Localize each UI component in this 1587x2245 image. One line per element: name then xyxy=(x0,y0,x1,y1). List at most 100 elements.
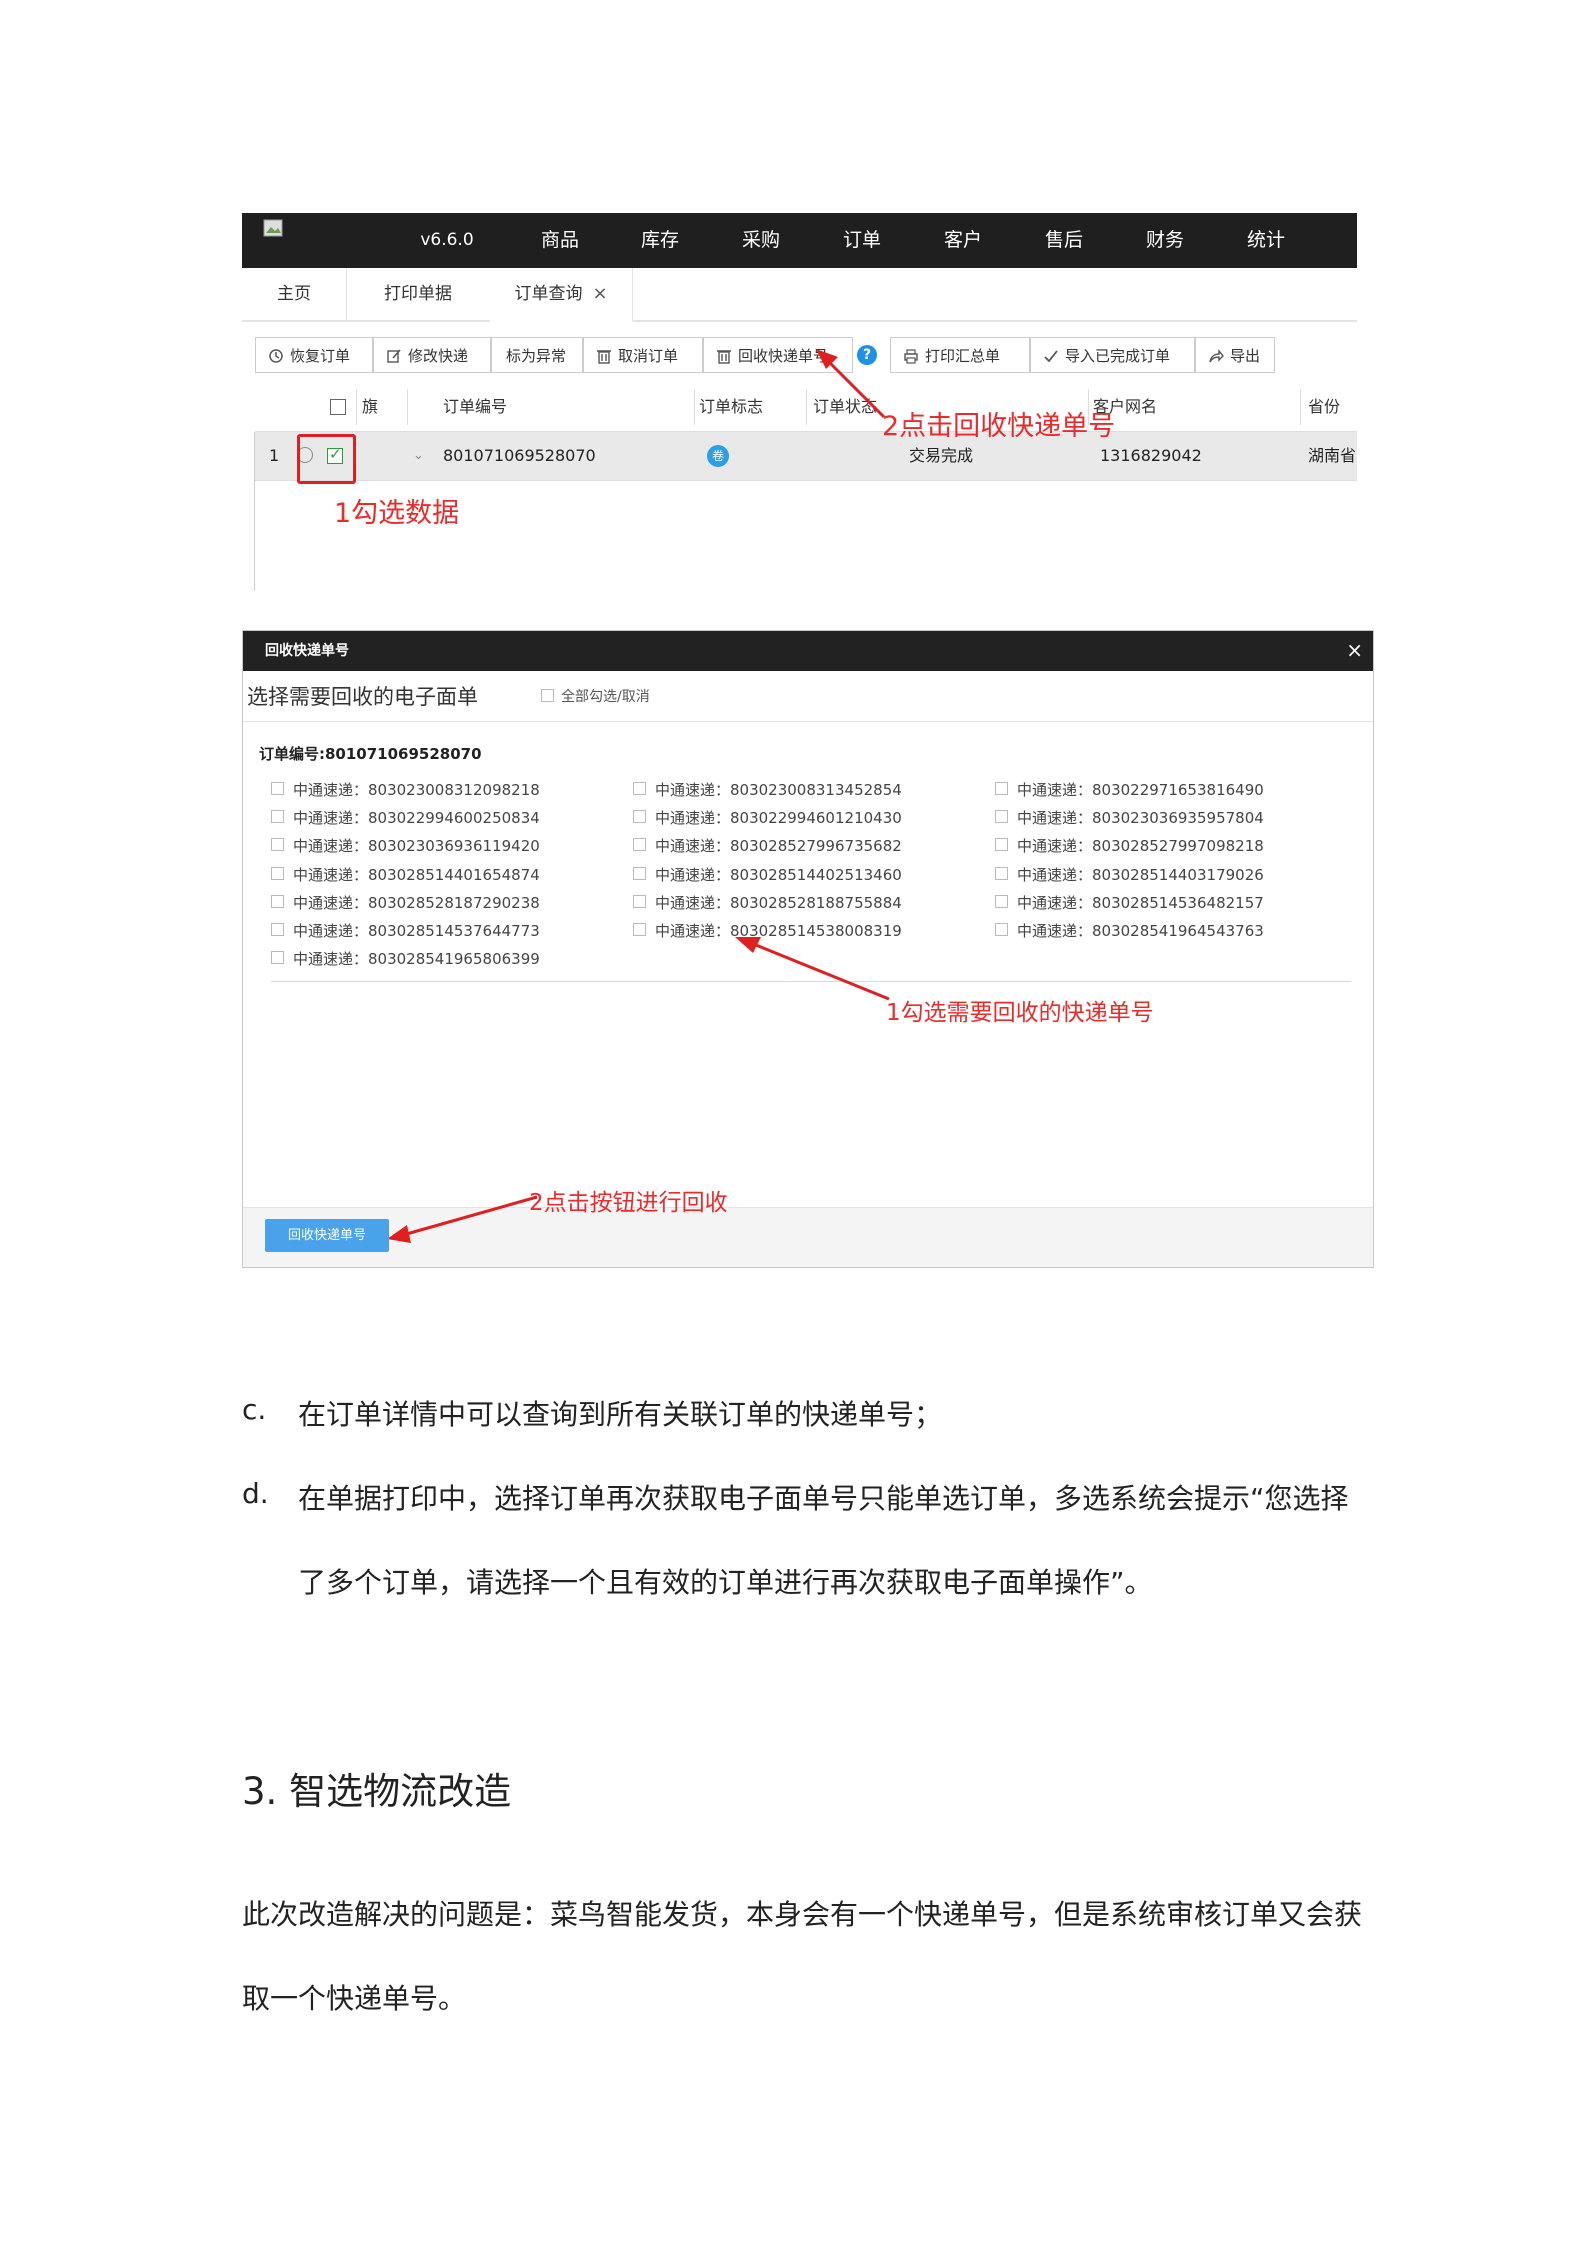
express-number-checkbox[interactable] xyxy=(633,838,646,851)
annotation-arrow-icon xyxy=(816,349,886,419)
section-heading: 3. 智选物流改造 xyxy=(242,1770,512,1813)
tab-home[interactable]: 主页 xyxy=(242,268,347,320)
express-number-checkbox[interactable] xyxy=(271,923,284,936)
tab-order-query[interactable]: 订单查询 × xyxy=(490,268,633,322)
express-number-checkbox[interactable] xyxy=(995,923,1008,936)
export-button[interactable]: 导出 xyxy=(1195,337,1275,373)
list-item-d-line1: 在单据打印中，选择订单再次获取电子面单号只能单选订单，多选系统会提示“您选择 xyxy=(298,1482,1349,1515)
nav-item-purchase[interactable]: 采购 xyxy=(726,213,796,268)
express-number-checkbox[interactable] xyxy=(633,923,646,936)
divider xyxy=(243,721,1373,722)
paragraph-line1: 此次改造解决的问题是：菜鸟智能发货，本身会有一个快递单号，但是系统审核订单又会获 xyxy=(242,1898,1363,1931)
express-number-label: 中通速递：803028514402513460 xyxy=(655,866,902,884)
list-item-d-line2: 了多个订单，请选择一个且有效的订单进行再次获取电子面单操作”。 xyxy=(298,1566,1153,1599)
version-label: v6.6.0 xyxy=(420,230,474,250)
import-completed-orders-button[interactable]: 导入已完成订单 xyxy=(1030,337,1195,373)
express-number-label: 中通速递：803023036935957804 xyxy=(1017,809,1264,827)
nav-item-customers[interactable]: 客户 xyxy=(928,213,998,268)
tab-print-documents[interactable]: 打印单据 xyxy=(346,268,491,320)
express-number-label: 中通速递：803023008312098218 xyxy=(293,781,540,799)
column-header-order-no[interactable]: 订单编号 xyxy=(443,383,507,431)
select-all-checkbox[interactable] xyxy=(330,399,346,415)
column-divider xyxy=(1300,389,1301,425)
express-number-label: 中通速递：803023008313452854 xyxy=(655,781,902,799)
column-header-flag[interactable]: 旗 xyxy=(362,383,378,431)
express-number-label: 中通速递：803022994601210430 xyxy=(655,809,902,827)
nav-item-statistics[interactable]: 统计 xyxy=(1231,213,1301,268)
select-all-label: 全部勾选/取消 xyxy=(561,689,650,705)
annotation-step2: 2点击按钮进行回收 xyxy=(529,1190,728,1216)
broken-image-icon xyxy=(263,219,283,237)
express-number-checkbox[interactable] xyxy=(271,895,284,908)
list-item-c: 在订单详情中可以查询到所有关联订单的快递单号； xyxy=(298,1398,943,1431)
express-number-label: 中通速递：803028514401654874 xyxy=(293,866,540,884)
dialog-title: 回收快递单号 xyxy=(265,643,349,659)
list-marker-c: c. xyxy=(242,1393,267,1426)
express-number-label: 中通速递：803028527997098218 xyxy=(1017,837,1264,855)
express-number-checkbox[interactable] xyxy=(271,867,284,880)
mark-abnormal-button[interactable]: 标为异常 xyxy=(491,337,583,373)
customer-name: 1316829042 xyxy=(1100,446,1202,465)
restore-icon xyxy=(269,349,283,363)
import-icon xyxy=(1044,350,1058,363)
nav-item-finance[interactable]: 财务 xyxy=(1130,213,1200,268)
column-divider xyxy=(694,389,695,425)
express-number-checkbox[interactable] xyxy=(633,867,646,880)
restore-order-button[interactable]: 恢复订单 xyxy=(255,337,373,373)
annotation-highlight-box xyxy=(297,434,356,484)
express-number-checkbox[interactable] xyxy=(995,838,1008,851)
express-number-checkbox[interactable] xyxy=(995,782,1008,795)
recycle-dialog-screenshot: 回收快递单号 × 选择需要回收的电子面单 全部勾选/取消 订单编号:801071… xyxy=(242,630,1374,1268)
close-icon[interactable]: × xyxy=(592,283,607,304)
express-number-checkbox[interactable] xyxy=(271,810,284,823)
province: 湖南省 xyxy=(1308,446,1357,465)
annotation-arrow-icon xyxy=(387,1195,538,1243)
order-number-label: 订单编号:801071069528070 xyxy=(259,745,482,763)
nav-item-aftersales[interactable]: 售后 xyxy=(1029,213,1099,268)
express-number-checkbox[interactable] xyxy=(271,951,284,964)
row-index: 1 xyxy=(269,446,280,465)
annotation-arrow-icon xyxy=(735,937,890,1001)
table-row[interactable]: 1 ⌄ 801071069528070 卷 交易完成 1316829042 湖南… xyxy=(255,432,1357,481)
order-number: 801071069528070 xyxy=(443,446,596,465)
express-number-label: 中通速递：803022971653816490 xyxy=(1017,781,1264,799)
express-number-label: 中通速递：803028514537644773 xyxy=(293,922,540,940)
chevron-down-icon[interactable]: ⌄ xyxy=(413,432,424,480)
dialog-subtitle: 选择需要回收的电子面单 xyxy=(247,685,478,709)
cancel-order-button[interactable]: 取消订单 xyxy=(583,337,703,373)
trash-icon xyxy=(597,350,611,364)
express-number-label: 中通速递：803023036936119420 xyxy=(293,837,540,855)
express-number-checkbox[interactable] xyxy=(995,867,1008,880)
printer-icon xyxy=(904,349,918,364)
column-divider xyxy=(407,389,408,425)
annotation-step2: 2点击回收快递单号 xyxy=(882,411,1116,442)
grid-left-border xyxy=(254,432,255,591)
express-number-label: 中通速递：803028514403179026 xyxy=(1017,866,1264,884)
nav-item-inventory[interactable]: 库存 xyxy=(625,213,695,268)
top-nav-bar: v6.6.0 商品 库存 采购 订单 客户 售后 财务 统计 xyxy=(242,213,1357,268)
edit-icon xyxy=(387,349,401,363)
modify-express-button[interactable]: 修改快递 xyxy=(373,337,491,373)
express-number-checkbox[interactable] xyxy=(271,838,284,851)
select-all-checkbox[interactable] xyxy=(541,689,554,702)
recycle-tracking-number-button[interactable]: 回收快递单号 xyxy=(265,1219,389,1252)
express-number-checkbox[interactable] xyxy=(995,895,1008,908)
express-number-checkbox[interactable] xyxy=(271,782,284,795)
tab-bar: 主页 打印单据 订单查询 × xyxy=(242,268,1357,322)
column-header-order-flag[interactable]: 订单标志 xyxy=(699,383,763,431)
order-query-screenshot: v6.6.0 商品 库存 采购 订单 客户 售后 财务 统计 主页 打印单据 订… xyxy=(242,213,1357,591)
column-header-province[interactable]: 省份 xyxy=(1308,383,1340,431)
close-icon[interactable]: × xyxy=(1346,631,1363,669)
express-number-checkbox[interactable] xyxy=(633,810,646,823)
express-number-checkbox[interactable] xyxy=(995,810,1008,823)
nav-item-goods[interactable]: 商品 xyxy=(525,213,595,268)
tab-order-query-label: 订单查询 xyxy=(514,284,583,304)
express-number-label: 中通速递：803028527996735682 xyxy=(655,837,902,855)
express-number-checkbox[interactable] xyxy=(633,782,646,795)
print-summary-button[interactable]: 打印汇总单 xyxy=(890,337,1030,373)
express-number-label: 中通速递：803028541964543763 xyxy=(1017,922,1264,940)
annotation-step1: 1勾选需要回收的快递单号 xyxy=(886,1000,1154,1026)
nav-item-orders[interactable]: 订单 xyxy=(827,213,897,268)
express-number-label: 中通速递：803028541965806399 xyxy=(293,950,540,968)
express-number-checkbox[interactable] xyxy=(633,895,646,908)
